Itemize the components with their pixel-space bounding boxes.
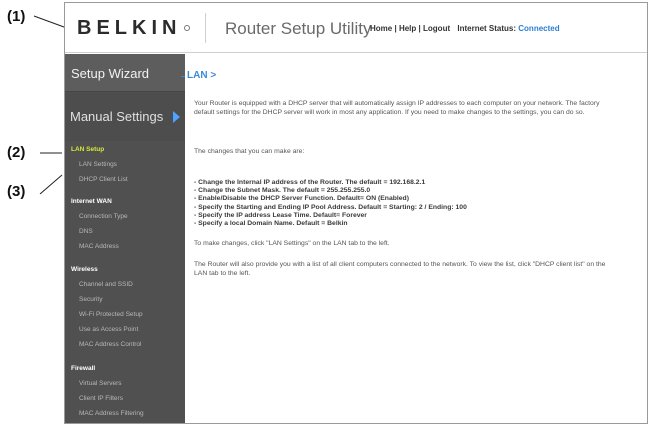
callout-2: (2)	[7, 144, 26, 161]
title-marker	[181, 76, 185, 77]
triangle-right-icon	[173, 111, 180, 123]
sidebar-item-wifi-protected-setup[interactable]: Wi-Fi Protected Setup	[65, 307, 185, 322]
header: BELKIN Router Setup Utility Home | Help …	[65, 3, 647, 53]
sidebar-item-dns[interactable]: DNS	[65, 224, 185, 239]
sidebar-item-client-ip-filters[interactable]: Client IP Filters	[65, 391, 185, 406]
setup-wizard-label: Setup Wizard	[71, 66, 150, 81]
list-item: - Change the Internal IP address of the …	[194, 179, 426, 186]
list-item: - Enable/Disable the DHCP Server Functio…	[194, 195, 409, 203]
callout-3: (3)	[7, 183, 26, 200]
callout-1: (1)	[7, 8, 26, 25]
page-title: LAN >	[187, 70, 217, 81]
sidebar: Setup Wizard Manual Settings LAN Setup L…	[65, 54, 185, 423]
sidebar-item-mac-address-control[interactable]: MAC Address Control	[65, 337, 185, 352]
changes-list: - Change the Internal IP address of the …	[194, 179, 624, 228]
sidebar-section-internet-wan[interactable]: Internet WAN	[65, 195, 185, 209]
nav-group-wireless: Wireless Channel and SSID Security Wi-Fi…	[65, 263, 185, 352]
list-item: - Change the Subnet Mask. The default = …	[194, 187, 371, 195]
sidebar-item-lan-settings[interactable]: LAN Settings	[65, 157, 185, 172]
manual-settings-label: Manual Settings	[70, 109, 164, 124]
sidebar-item-channel-and-ssid[interactable]: Channel and SSID	[65, 277, 185, 292]
manual-settings-button[interactable]: Manual Settings	[65, 93, 185, 141]
sidebar-section-firewall[interactable]: Firewall	[65, 362, 185, 376]
sidebar-item-mac-address[interactable]: MAC Address	[65, 239, 185, 254]
changes-heading: The changes that you can make are:	[194, 148, 305, 155]
logout-link[interactable]: Logout	[423, 24, 450, 33]
sidebar-item-security[interactable]: Security	[65, 292, 185, 307]
sidebar-item-connection-type[interactable]: Connection Type	[65, 209, 185, 224]
top-links: Home | Help | Logout Internet Status: Co…	[370, 24, 560, 33]
router-ui-window: BELKIN Router Setup Utility Home | Help …	[64, 2, 648, 424]
list-item: - Specify the Starting and Ending IP Poo…	[194, 203, 467, 211]
instruction-text: To make changes, click "LAN Settings" on…	[194, 240, 390, 247]
internet-status-value: Connected	[518, 24, 560, 33]
main-content: LAN > Your Router is equipped with a DHC…	[181, 54, 647, 423]
list-item: - Specify a local Domain Name. Default =…	[194, 220, 348, 228]
sidebar-section-lan-setup[interactable]: LAN Setup	[65, 143, 185, 157]
sidebar-item-dhcp-client-list[interactable]: DHCP Client List	[65, 172, 185, 187]
help-link[interactable]: Help	[399, 24, 416, 33]
sidebar-section-wireless[interactable]: Wireless	[65, 263, 185, 277]
belkin-logo: BELKIN	[77, 17, 182, 39]
home-link[interactable]: Home	[370, 24, 392, 33]
callout-line-3	[39, 174, 63, 195]
link-separator: |	[394, 24, 397, 33]
header-divider	[205, 13, 206, 43]
sidebar-item-mac-address-filtering[interactable]: MAC Address Filtering	[65, 406, 185, 421]
setup-wizard-button[interactable]: Setup Wizard	[65, 54, 185, 92]
client-list-note: The Router will also provide you with a …	[194, 261, 606, 277]
app-title: Router Setup Utility	[225, 19, 372, 38]
intro-paragraph: Your Router is equipped with a DHCP serv…	[194, 100, 600, 116]
link-separator: |	[418, 24, 421, 33]
list-item: - Specify the IP address Lease Time. Def…	[194, 211, 367, 219]
sidebar-item-use-as-access-point[interactable]: Use as Access Point	[65, 322, 185, 337]
nav-group-internet-wan: Internet WAN Connection Type DNS MAC Add…	[65, 195, 185, 254]
registered-mark-icon	[184, 25, 190, 31]
internet-status-label: Internet Status:	[457, 24, 517, 33]
nav-group-firewall: Firewall Virtual Servers Client IP Filte…	[65, 362, 185, 421]
nav-group-lan-setup: LAN Setup LAN Settings DHCP Client List	[65, 143, 185, 187]
sidebar-item-virtual-servers[interactable]: Virtual Servers	[65, 376, 185, 391]
